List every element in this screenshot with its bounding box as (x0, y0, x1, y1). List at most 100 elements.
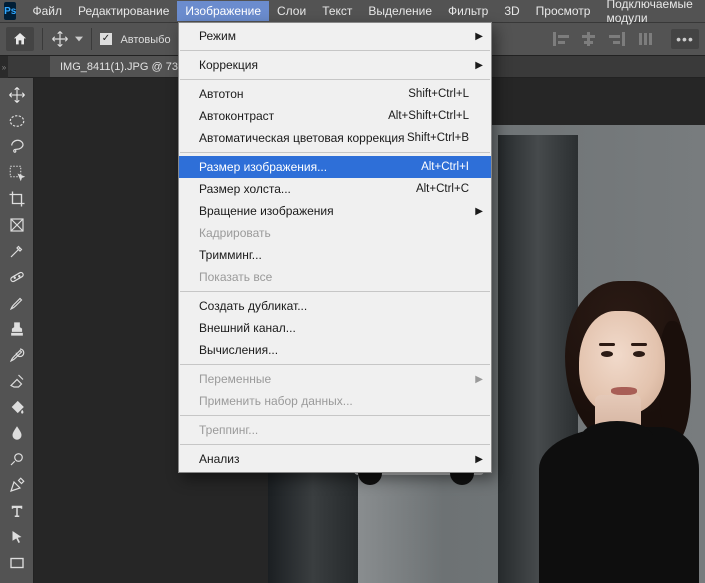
gradient-tool[interactable] (3, 394, 31, 420)
ellipse-marquee-icon (8, 112, 26, 130)
home-icon (12, 31, 28, 47)
menu-item-label: Размер холста... (199, 182, 416, 196)
menu-item[interactable]: Вычисления... (179, 339, 491, 361)
menu-item[interactable]: Вращение изображения▶ (179, 200, 491, 222)
menu-item-label: Применить набор данных... (199, 394, 469, 408)
auto-select-checkbox[interactable]: ✓ Автовыбо (100, 30, 171, 48)
checkmark-icon: ✓ (100, 33, 112, 45)
crop-tool[interactable] (3, 186, 31, 212)
brush-tool[interactable] (3, 290, 31, 316)
panel-handle[interactable]: » (0, 56, 8, 78)
menu-item: Переменные▶ (179, 368, 491, 390)
menu-item[interactable]: Коррекция ▶ (179, 54, 491, 76)
more-button[interactable]: ••• (671, 29, 699, 49)
align-button[interactable] (549, 29, 573, 49)
eraser-tool[interactable] (3, 368, 31, 394)
menu-plugins[interactable]: Подключаемые модули (598, 0, 705, 28)
eyedropper-tool[interactable] (3, 238, 31, 264)
stamp-icon (8, 320, 26, 338)
align-button[interactable] (633, 29, 657, 49)
lasso-tool[interactable] (3, 134, 31, 160)
menu-text[interactable]: Текст (314, 1, 360, 21)
move-icon (8, 86, 26, 104)
menu-item-label: Вычисления... (199, 343, 469, 357)
rectangle-icon (8, 554, 26, 572)
quick-select-icon (8, 164, 26, 182)
menu-image[interactable]: Изображение (177, 1, 269, 21)
menu-item[interactable]: АвтотонShift+Ctrl+L (179, 83, 491, 105)
menu-file[interactable]: Файл (24, 1, 70, 21)
document-tab[interactable]: IMG_8411(1).JPG @ 73, (50, 56, 192, 77)
move-tool[interactable] (3, 82, 31, 108)
chevron-down-icon[interactable] (75, 36, 83, 42)
frame-tool[interactable] (3, 212, 31, 238)
marquee-tool[interactable] (3, 108, 31, 134)
menu-item[interactable]: Размер холста...Alt+Ctrl+C (179, 178, 491, 200)
submenu-arrow-icon: ▶ (475, 31, 483, 42)
align-group (549, 29, 657, 49)
menu-edit[interactable]: Редактирование (70, 1, 177, 21)
menu-item[interactable]: Режим▶ (179, 25, 491, 47)
menu-item[interactable]: Тримминг... (179, 244, 491, 266)
stamp-tool[interactable] (3, 316, 31, 342)
home-button[interactable] (6, 27, 34, 51)
blur-tool[interactable] (3, 420, 31, 446)
menu-item-label: Автоконтраст (199, 109, 388, 123)
align-icon (581, 32, 597, 46)
shape-tool[interactable] (3, 550, 31, 576)
pen-icon (8, 476, 26, 494)
menu-item[interactable]: Размер изображения...Alt+Ctrl+I (179, 156, 491, 178)
menu-item-label: Внешний канал... (199, 321, 469, 335)
menu-item[interactable]: Создать дубликат... (179, 295, 491, 317)
menu-item-shortcut: Alt+Ctrl+I (421, 161, 469, 173)
menu-item[interactable]: Анализ▶ (179, 448, 491, 470)
menu-item-label: Переменные (199, 372, 469, 386)
pen-tool[interactable] (3, 472, 31, 498)
submenu-arrow-icon: ▶ (475, 60, 483, 71)
brush-icon (8, 294, 26, 312)
menu-separator (180, 79, 490, 80)
menu-separator (180, 364, 490, 365)
menu-item-shortcut: Shift+Ctrl+L (408, 88, 469, 100)
auto-select-label: Автовыбо (120, 34, 170, 46)
menu-item-label: Автотон (199, 87, 408, 101)
menu-separator (180, 415, 490, 416)
align-icon (609, 32, 625, 46)
dodge-tool[interactable] (3, 446, 31, 472)
menu-separator (180, 444, 490, 445)
menu-3d[interactable]: 3D (496, 1, 527, 21)
menu-item[interactable]: Внешний канал... (179, 317, 491, 339)
image-menu-dropdown: Режим▶Коррекция▶АвтотонShift+Ctrl+LАвток… (178, 22, 492, 473)
align-button[interactable] (605, 29, 629, 49)
type-tool[interactable] (3, 498, 31, 524)
menu-item-label: Коррекция (199, 58, 469, 72)
history-brush-tool[interactable] (3, 342, 31, 368)
menu-view[interactable]: Просмотр (528, 1, 599, 21)
healing-tool[interactable] (3, 264, 31, 290)
align-button[interactable] (577, 29, 601, 49)
menu-item-label: Треппинг... (199, 423, 469, 437)
crop-icon (8, 190, 26, 208)
tools-panel (0, 78, 34, 583)
menu-separator (180, 50, 490, 51)
menu-select[interactable]: Выделение (360, 1, 440, 21)
submenu-arrow-icon: ▶ (475, 206, 483, 217)
droplet-icon (8, 424, 26, 442)
menu-item-shortcut: Shift+Ctrl+B (407, 132, 469, 144)
quick-select-tool[interactable] (3, 160, 31, 186)
menu-item[interactable]: Автоматическая цветовая коррекцияShift+C… (179, 127, 491, 149)
menu-layers[interactable]: Слои (269, 1, 314, 21)
dodge-icon (8, 450, 26, 468)
align-icon (553, 32, 569, 46)
lasso-icon (8, 138, 26, 156)
menu-filter[interactable]: Фильтр (440, 1, 496, 21)
submenu-arrow-icon: ▶ (475, 454, 483, 465)
frame-icon (8, 216, 26, 234)
menu-item-label: Кадрировать (199, 226, 469, 240)
menu-separator (180, 291, 490, 292)
app-logo: Ps (4, 2, 16, 20)
menu-item[interactable]: АвтоконтрастAlt+Shift+Ctrl+L (179, 105, 491, 127)
eyedropper-icon (8, 242, 26, 260)
path-select-tool[interactable] (3, 524, 31, 550)
menu-bar: Ps Файл Редактирование Изображение Слои … (0, 0, 705, 22)
